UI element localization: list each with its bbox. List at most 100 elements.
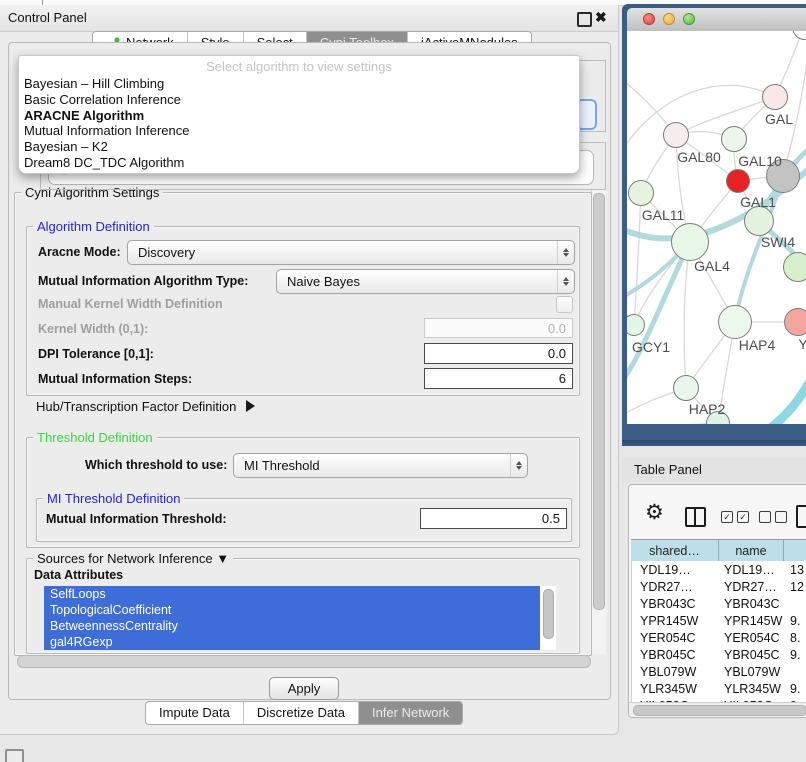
mi-steps-field[interactable]: 6	[424, 368, 573, 389]
algorithm-dropdown-placeholder: Select algorithm to view settings	[19, 59, 579, 74]
tab-infer-network[interactable]: Infer Network	[358, 702, 462, 724]
column-header-col2[interactable]	[784, 540, 806, 562]
cell: YPR145W	[632, 614, 720, 628]
select-all-icon[interactable]: ✓ ✓	[721, 511, 749, 523]
table-row-ybr043c[interactable]: YBR043CYBR043C	[632, 595, 806, 612]
manual-kernel-label: Manual Kernel Width Definition	[38, 297, 223, 311]
settings-vscrollbar-thumb[interactable]	[593, 193, 605, 610]
network-window-titlebar[interactable]	[627, 8, 806, 32]
settings-hscrollbar-thumb[interactable]	[17, 655, 591, 668]
tab-discretize-data[interactable]: Discretize Data	[243, 702, 358, 724]
combo-spinner-icon	[557, 241, 574, 264]
attribute-item-topologicalcoefficient[interactable]: TopologicalCoefficient	[44, 602, 540, 618]
node-gal10[interactable]	[721, 126, 747, 152]
dpi-tolerance-label: DPI Tolerance [0,1]:	[38, 347, 154, 361]
network-canvas[interactable]: GALGAL80GAL10GAL1GAL11SWI4GAL4GCY1HAP4YH…	[627, 31, 806, 424]
table-row-ypr145w[interactable]: YPR145WYPR145W9.	[632, 612, 806, 629]
algorithm-option-basic-correlation-inference[interactable]: Basic Correlation Inference	[22, 92, 576, 108]
mi-threshold-field[interactable]: 0.5	[420, 508, 567, 529]
node-gal4[interactable]	[671, 223, 709, 261]
column-header-name[interactable]: name	[719, 540, 784, 562]
sources-group-title[interactable]: Sources for Network Inference ▼	[33, 551, 233, 566]
table-header-row: shared…name	[631, 539, 806, 563]
manual-kernel-checkbox[interactable]	[556, 296, 573, 313]
attribute-item-gal4rgexp[interactable]: gal4RGexp	[44, 634, 540, 650]
cell: 8.	[785, 631, 806, 645]
cell: YLR345W	[720, 682, 785, 696]
node-label-hap4: HAP4	[739, 337, 776, 353]
algorithm-option-bayesian-k2[interactable]: Bayesian – K2	[22, 139, 576, 155]
node-right-green[interactable]	[783, 252, 806, 282]
table-panel-titlebar: Table Panel	[622, 458, 806, 482]
node-hap4[interactable]	[718, 305, 752, 339]
zoom-window-icon[interactable]	[683, 13, 695, 25]
cell: YBL079W	[720, 665, 785, 679]
algorithm-option-dream8-dc-tdc-algorithm[interactable]: Dream8 DC_TDC Algorithm	[22, 155, 576, 171]
node-label-gal11: GAL11	[642, 207, 685, 223]
table-hscrollbar-thumb[interactable]	[633, 705, 806, 716]
aracne-mode-combo[interactable]: Discovery	[127, 240, 575, 265]
deselect-all-icon[interactable]	[759, 511, 787, 523]
algorithm-definition-title: Algorithm Definition	[33, 219, 154, 234]
cell: YBR043C	[720, 597, 785, 611]
which-threshold-label: Which threshold to use:	[85, 458, 227, 472]
gear-icon[interactable]: ⚙	[645, 502, 664, 523]
close-panel-icon[interactable]: ✖	[595, 9, 607, 26]
node-label-gal10: GAL10	[738, 153, 782, 169]
docked-panel-icon[interactable]	[5, 749, 24, 762]
cell: YLR345W	[632, 682, 720, 696]
table-row-ylr345w[interactable]: YLR345WYLR345W9.	[632, 680, 806, 697]
unchecked-box-icon-2	[775, 511, 787, 523]
minimize-window-icon[interactable]	[663, 13, 675, 25]
table-row-ybr045c[interactable]: YBR045CYBR045C9.	[632, 646, 806, 663]
table-row-ybl079w[interactable]: YBL079WYBL079W	[632, 663, 806, 680]
cell: 12	[785, 580, 806, 594]
node-label-gal: GAL	[765, 111, 793, 127]
document-icon[interactable]	[796, 505, 806, 528]
algorithm-option-mutual-information-inference[interactable]: Mutual Information Inference	[22, 123, 576, 139]
algorithm-option-bayesian-hill-climbing[interactable]: Bayesian – Hill Climbing	[22, 76, 576, 92]
node-gal80[interactable]	[663, 122, 689, 148]
cell: YDR27…	[720, 580, 785, 594]
checked-box-icon: ✓	[721, 511, 733, 523]
table-row-ydl19[interactable]: YDL19…YDL19…13	[632, 561, 806, 578]
table-row-ydr27[interactable]: YDR27…YDR27…12	[632, 578, 806, 595]
cell: YER054C	[632, 631, 720, 645]
cell: YDL19…	[720, 563, 785, 577]
cell: YBR043C	[632, 597, 720, 611]
tab-impute-data[interactable]: Impute Data	[146, 702, 243, 724]
node-hap2[interactable]	[673, 375, 699, 401]
node-gal-pink-top[interactable]	[762, 84, 788, 110]
hub-definition-toggle[interactable]: Hub/Transcription Factor Definition	[36, 399, 255, 414]
attribute-item-betweennesscentrality[interactable]: BetweennessCentrality	[44, 618, 540, 634]
node-gal1[interactable]	[726, 169, 750, 193]
mi-algorithm-type-label: Mutual Information Algorithm Type:	[38, 274, 248, 288]
kernel-width-field[interactable]: 0.0	[424, 318, 573, 338]
tab-label: Discretize Data	[257, 702, 345, 724]
mi-algorithm-type-combo[interactable]: Naive Bayes	[276, 269, 575, 294]
table-panel-title: Table Panel	[634, 462, 702, 477]
tab-label: Infer Network	[372, 702, 449, 724]
threshold-definition-title: Threshold Definition	[33, 430, 157, 445]
which-threshold-combo[interactable]: MI Threshold	[233, 453, 528, 478]
table-row-yer054c[interactable]: YER054CYER054C8.	[632, 629, 806, 646]
table-hscrollbar-track[interactable]	[629, 702, 806, 716]
table-panel-body: ⚙ ✓ ✓ shared…name YDL19…YDL19…13YDR27…YD…	[628, 484, 806, 718]
node-swi4[interactable]	[744, 206, 774, 236]
attributes-scrollbar-thumb[interactable]	[543, 589, 554, 639]
node-label-gal80: GAL80	[677, 149, 721, 165]
cell: 13	[785, 563, 806, 577]
node-gal11[interactable]	[628, 180, 654, 206]
algorithm-option-aracne-algorithm[interactable]: ARACNE Algorithm	[22, 108, 576, 124]
control-panel-title: Control Panel	[8, 10, 87, 25]
attribute-item-selfloops[interactable]: SelfLoops	[44, 586, 540, 602]
split-columns-icon[interactable]	[685, 507, 706, 527]
close-window-icon[interactable]	[643, 13, 655, 25]
node-label-swi4: SWI4	[761, 234, 795, 250]
float-panel-icon[interactable]	[577, 12, 592, 27]
dpi-tolerance-field[interactable]: 0.0	[424, 343, 573, 364]
apply-button[interactable]: Apply	[269, 677, 339, 700]
node-pink-right[interactable]	[784, 308, 806, 336]
column-header-shared[interactable]: shared…	[631, 540, 719, 562]
hub-definition-label: Hub/Transcription Factor Definition	[36, 399, 236, 414]
